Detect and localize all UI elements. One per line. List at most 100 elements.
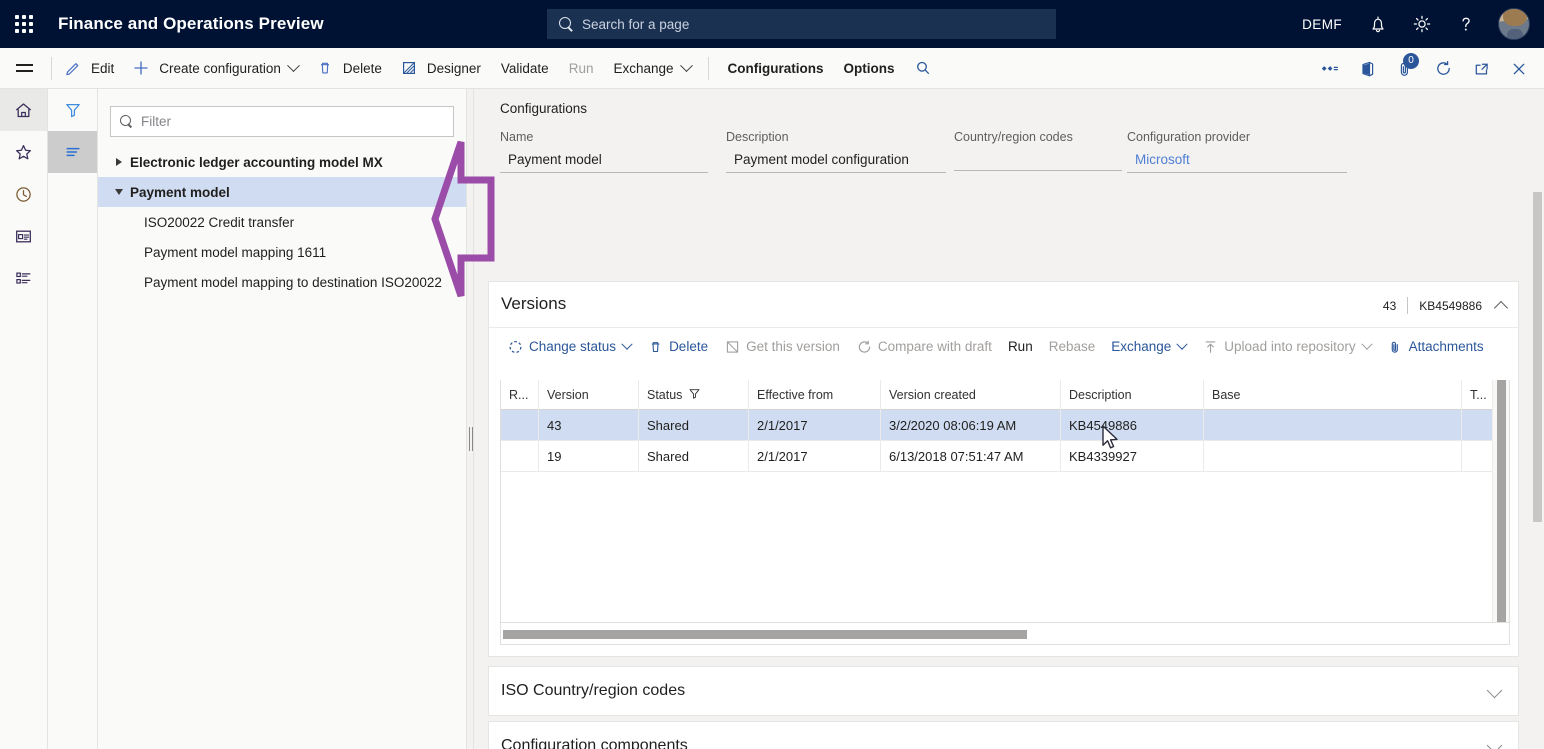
chevron-up-icon[interactable] [1494,300,1508,314]
company-selector[interactable]: DEMF [1288,0,1356,48]
tree-item-electronic-ledger-accounting-model-mx[interactable]: Electronic ledger accounting model MX [98,147,468,177]
table-row[interactable]: 43 Shared 2/1/2017 3/2/2020 08:06:19 AM … [501,410,1509,441]
tree-item-payment-model-mapping-1611[interactable]: Payment model mapping 1611 [98,237,468,267]
validate-button[interactable]: Validate [490,48,558,88]
favorites-star-icon [13,142,34,163]
tree-item-payment-model[interactable]: Payment model [98,177,468,207]
versions-exchange-label: Exchange [1111,339,1171,354]
gear-icon[interactable] [1400,0,1444,48]
avatar[interactable] [1498,8,1530,40]
search-icon [120,115,134,129]
column-header-status[interactable]: Status [639,380,749,410]
search-input[interactable]: Search for a page [547,9,1056,39]
designer-label: Designer [427,61,481,76]
personalize-icon[interactable] [1310,49,1348,89]
field-country-region-codes: Country/region codes [954,130,1122,171]
filter-funnel-icon[interactable] [48,89,97,131]
fasttab-title: ISO Country/region codes [501,682,685,700]
table-row[interactable]: 19 Shared 2/1/2017 6/13/2018 07:51:47 AM… [501,441,1509,472]
column-header-type[interactable]: T... [1462,380,1494,410]
cell-base [1204,410,1462,441]
tab-options[interactable]: Options [833,48,904,88]
command-bar-right-icons: 0 [1310,48,1538,89]
grid-vertical-scrollbar[interactable] [1492,380,1509,623]
plus-icon [132,59,152,77]
tree-item-payment-model-mapping-to-destination-iso20022[interactable]: Payment model mapping to destination ISO… [98,267,468,297]
chevron-down-icon[interactable] [1487,683,1503,699]
column-header-base[interactable]: Base [1204,380,1462,410]
sidebar-item-modules[interactable] [0,257,47,299]
grid-horizontal-scrollbar[interactable] [500,623,1510,645]
upload-icon [1202,339,1219,355]
versions-summary-divider [1407,297,1408,314]
content-vertical-scrollbar-thumb[interactable] [1533,192,1542,522]
field-country-region-codes-label: Country/region codes [954,130,1122,144]
column-header-description[interactable]: Description [1061,380,1204,410]
cell-base [1204,441,1462,472]
office-app-icon[interactable] [1348,49,1386,89]
tree-item-label: Payment model mapping to destination ISO… [144,275,442,290]
recent-clock-icon [13,184,34,205]
create-configuration-button[interactable]: Create configuration [123,48,307,88]
cell-type [1462,410,1494,441]
column-header-record[interactable]: R... [501,380,539,410]
versions-delete-button[interactable]: Delete [639,331,716,363]
question-mark-icon[interactable] [1444,0,1488,48]
open-in-new-window-icon[interactable] [1462,49,1500,89]
tree-item-iso20022-credit-transfer[interactable]: ISO20022 Credit transfer [98,207,468,237]
field-description: Description Payment model configuration [726,130,946,173]
sidebar-item-favorites[interactable] [0,131,47,173]
column-header-effective-from[interactable]: Effective from [749,380,881,410]
versions-attachments-button[interactable]: Attachments [1379,331,1492,363]
attachments-icon[interactable]: 0 [1386,49,1424,89]
sidebar-item-workspaces[interactable] [0,215,47,257]
column-header-version[interactable]: Version [539,380,639,410]
chevron-down-icon[interactable] [108,189,130,195]
grid-vertical-scrollbar-thumb[interactable] [1497,380,1506,623]
get-this-version-label: Get this version [746,339,840,354]
app-launcher-icon[interactable] [0,0,48,48]
field-name-value[interactable]: Payment model [500,150,708,173]
fasttab-iso-country-region-codes[interactable]: ISO Country/region codes [488,666,1519,716]
delete-label: Delete [343,61,382,76]
command-bar-divider-start [51,57,52,80]
paperclip-icon [1387,339,1404,355]
versions-run-button[interactable]: Run [1000,331,1041,363]
refresh-icon[interactable] [1424,49,1462,89]
content-vertical-scrollbar[interactable] [1531,89,1544,749]
edit-button[interactable]: Edit [55,48,123,88]
tab-configurations[interactable]: Configurations [717,48,833,88]
field-configuration-provider-label: Configuration provider [1127,130,1347,144]
designer-button[interactable]: Designer [391,48,490,88]
filter-input[interactable]: Filter [110,106,454,137]
chevron-down-icon[interactable] [1487,738,1503,749]
fasttab-configuration-components[interactable]: Configuration components [488,721,1519,749]
exchange-button[interactable]: Exchange [602,48,699,88]
hamburger-icon[interactable] [0,48,48,88]
close-icon[interactable] [1500,49,1538,89]
cell-record [501,441,539,472]
grid-horizontal-scrollbar-thumb[interactable] [503,630,1027,639]
pane-splitter[interactable] [466,89,474,749]
field-description-value[interactable]: Payment model configuration [726,150,946,173]
chevron-right-icon[interactable] [108,158,130,166]
column-header-version-created[interactable]: Version created [881,380,1061,410]
field-name-label: Name [500,130,708,144]
delete-button[interactable]: Delete [307,48,391,88]
command-search-button[interactable] [904,48,944,88]
versions-section: Versions 43 KB4549886 Change status [488,281,1519,657]
change-status-button[interactable]: Change status [499,331,639,363]
field-country-region-codes-value[interactable] [954,150,1122,171]
field-configuration-provider-value[interactable]: Microsoft [1127,150,1347,173]
filter-placeholder: Filter [141,114,171,129]
sidebar-item-recent[interactable] [0,173,47,215]
tree-item-label: Payment model [130,185,230,200]
sidebar-item-home[interactable] [0,89,47,131]
bell-icon[interactable] [1356,0,1400,48]
filter-funnel-icon[interactable] [689,388,700,402]
versions-exchange-button[interactable]: Exchange [1103,331,1194,363]
create-configuration-label: Create configuration [159,61,281,76]
search-icon [559,17,574,32]
versions-grid: R... Version Status Effective from Versi… [500,380,1510,623]
list-lines-icon[interactable] [48,131,97,173]
